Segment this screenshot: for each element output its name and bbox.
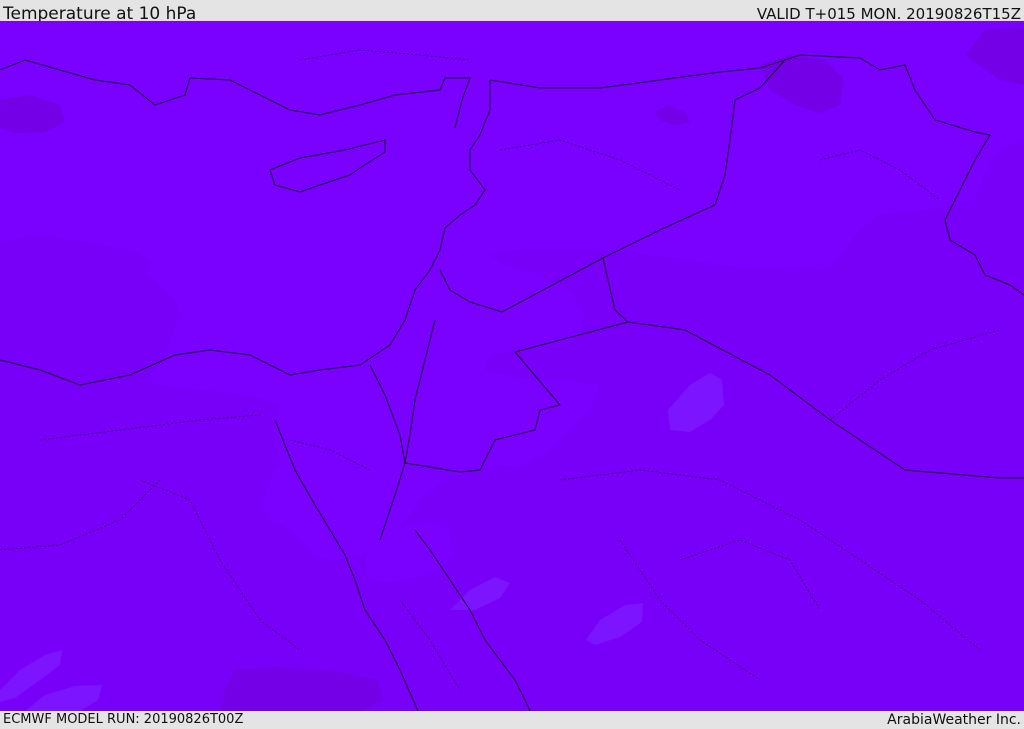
model-run-label: ECMWF MODEL RUN: 20190826T00Z bbox=[3, 712, 244, 727]
weather-map bbox=[0, 21, 1024, 711]
map-canvas bbox=[0, 21, 1024, 711]
map-footer: ECMWF MODEL RUN: 20190826T00Z ArabiaWeat… bbox=[0, 711, 1024, 729]
credit-label: ArabiaWeather Inc. bbox=[887, 712, 1021, 728]
map-header: Temperature at 10 hPa VALID T+015 MON. 2… bbox=[0, 0, 1024, 24]
